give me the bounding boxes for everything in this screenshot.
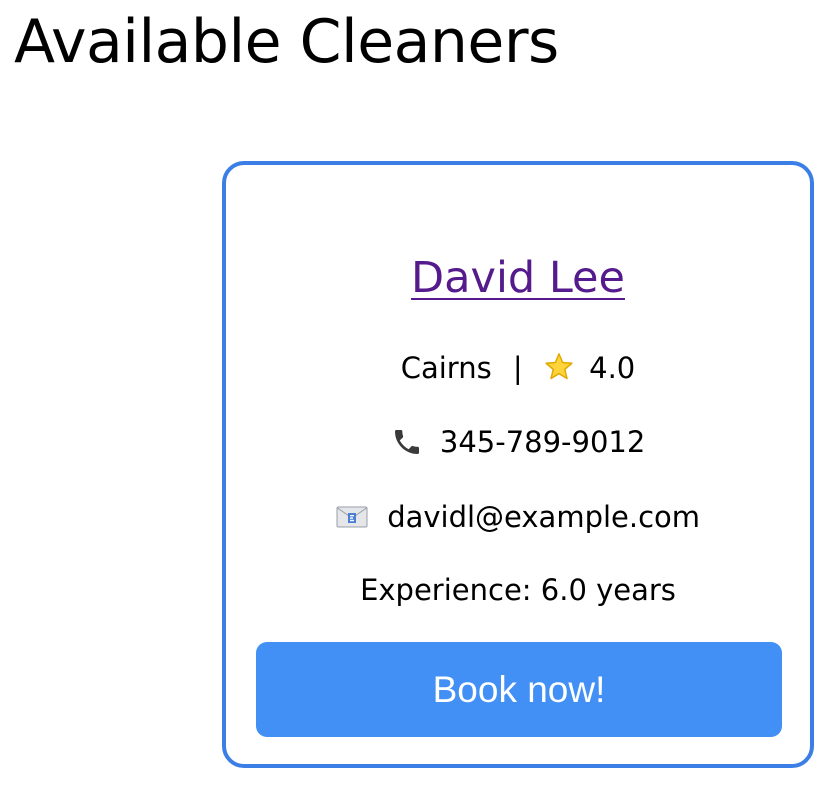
location-text: Cairns	[400, 351, 492, 385]
cleaner-card: David Lee Cairns | 4.0 345-789-9012 davi…	[222, 161, 814, 768]
phone-icon	[394, 430, 419, 454]
cleaner-name-link[interactable]: David Lee	[411, 253, 625, 303]
rating-value: 4.0	[589, 351, 636, 385]
email-address: davidl@example.com	[387, 500, 701, 534]
separator: |	[512, 351, 523, 385]
phone-row: 345-789-9012	[226, 423, 810, 461]
email-row: davidl@example.com	[226, 498, 810, 536]
page-title: Available Cleaners	[14, 7, 559, 77]
phone-number: 345-789-9012	[439, 425, 646, 459]
location-rating-row: Cairns | 4.0	[226, 349, 810, 387]
star-icon	[545, 353, 573, 380]
experience-text: Experience: 6.0 years	[360, 573, 676, 607]
envelope-icon	[336, 506, 368, 528]
book-now-button[interactable]: Book now!	[256, 642, 782, 737]
